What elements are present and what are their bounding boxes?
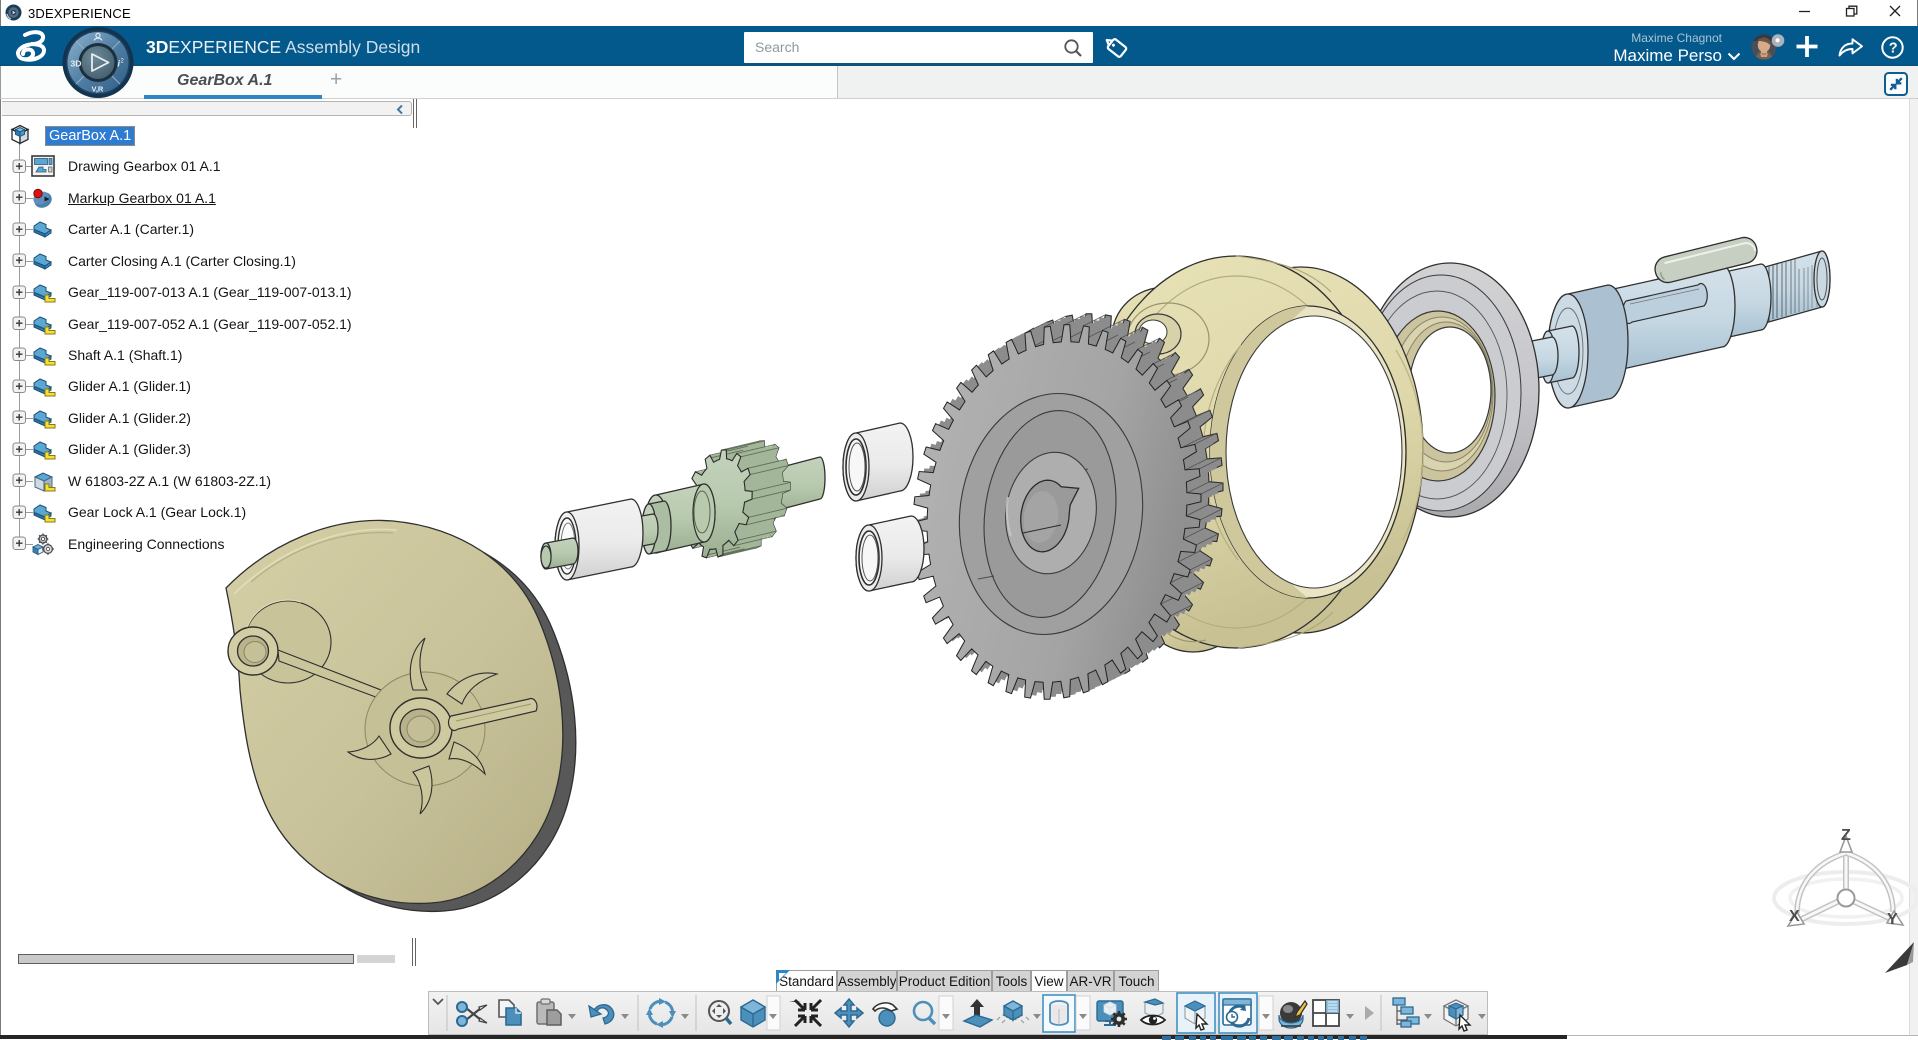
svg-text:Z: Z (1841, 827, 1851, 844)
svg-text:Y: Y (1887, 911, 1898, 928)
svg-text:X: X (1789, 908, 1800, 925)
svg-text:?: ? (1889, 41, 1898, 57)
svg-text:3D: 3D (71, 59, 82, 69)
svg-text:V,R: V,R (92, 85, 104, 94)
